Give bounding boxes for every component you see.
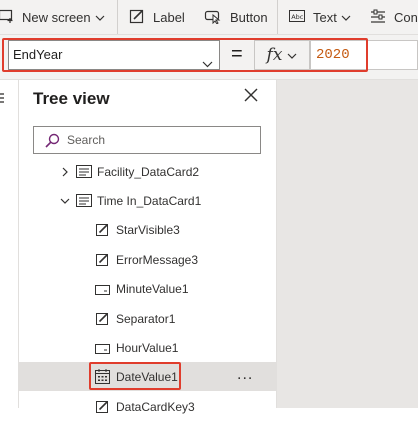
toolbar-divider [117,0,118,34]
chevron-down-icon [341,10,351,25]
tree-view-panel: Tree view Facility_DataCard2 Time In_Dat… [19,80,277,414]
tree-view-rail-icon[interactable] [0,134,6,153]
tree-item-datacardkey3[interactable]: DataCardKey3 [19,392,276,421]
tree-item-label: HourValue1 [116,340,179,355]
text-menu-button[interactable]: Abc Text [289,0,351,34]
controls-menu-button[interactable]: Con [370,0,418,34]
tree-item-label: MinuteValue1 [116,281,189,296]
tree-item-label: Separator1 [116,311,176,326]
edit-label-icon [96,312,109,328]
tree-search-box[interactable] [33,126,261,154]
button-control-icon [204,8,222,27]
tree-item-facility-datacard2[interactable]: Facility_DataCard2 [19,157,276,186]
new-screen-button[interactable]: New screen [0,0,105,34]
controls-icon [370,8,386,27]
app-canvas [277,80,418,408]
panel-title: Tree view [33,89,110,108]
toolbar-divider [277,0,278,34]
tree-item-minutevalue1[interactable]: MinuteValue1 [19,274,276,303]
dropdown-control-icon [95,284,110,298]
tree-item-time-in-datacard1[interactable]: Time In_DataCard1 [19,186,276,215]
tree-item-separator1[interactable]: Separator1 [19,304,276,333]
button-button[interactable]: Button [204,0,268,34]
svg-text:Abc: Abc [291,13,304,21]
edit-label-icon [96,400,109,416]
tree-item-label: StarVisible3 [116,222,180,237]
command-toolbar: New screen Label Button Abc Text Con [0,0,418,35]
left-rail [0,80,19,408]
formula-highlight-box [2,38,368,72]
edit-label-icon [96,253,109,269]
tree-item-hourvalue1[interactable]: HourValue1 [19,333,276,362]
search-input[interactable] [67,132,252,148]
dropdown-control-icon [95,343,110,357]
new-screen-label: New screen [22,9,91,25]
tree-item-label: Time In_DataCard1 [97,193,202,208]
label-button[interactable]: Label [129,0,185,34]
close-icon[interactable] [244,88,258,107]
hamburger-menu-icon[interactable] [0,91,6,109]
datacard-icon [76,194,92,210]
text-menu-label: Text [313,9,337,25]
tree-item-label: Facility_DataCard2 [97,164,200,179]
text-input-icon: Abc [289,9,305,26]
edit-label-icon [96,223,109,239]
button-button-text: Button [230,9,268,25]
search-icon [45,133,60,153]
more-options-icon[interactable]: ... [237,366,253,384]
controls-menu-label: Con [394,9,418,25]
tree-item-starvisible3[interactable]: StarVisible3 [19,215,276,244]
tree-item-label: ErrorMessage3 [116,252,199,267]
label-button-text: Label [153,9,185,25]
edit-label-icon [129,8,145,27]
chevron-down-icon [95,10,105,25]
chevron-right-icon[interactable] [60,166,70,177]
datacard-icon [76,165,92,181]
chevron-down-icon[interactable] [60,195,70,205]
tree-item-errormessage3[interactable]: ErrorMessage3 [19,245,276,274]
tree-item-label: DataCardKey3 [116,399,195,414]
new-screen-icon [0,8,14,27]
datevalue-highlight-box [89,362,181,390]
